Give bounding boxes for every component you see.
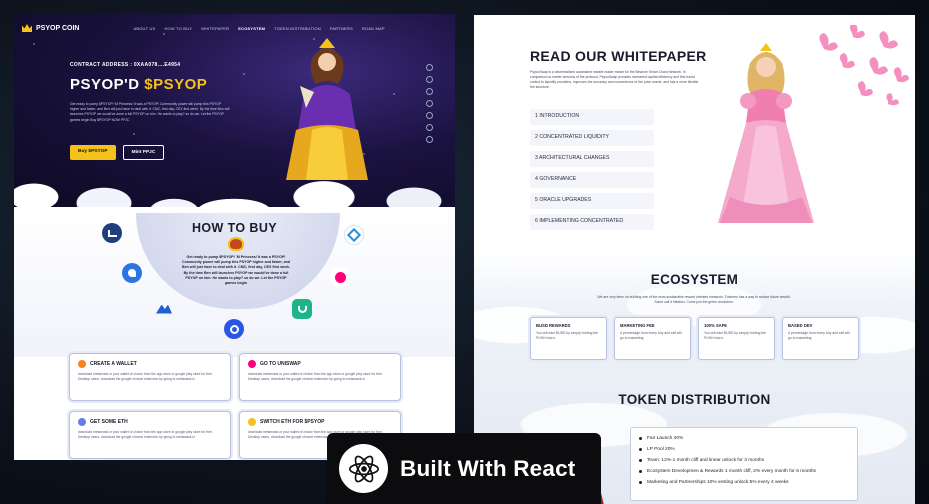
card-title: CREATE A WALLET bbox=[90, 361, 137, 367]
uniswap-icon bbox=[248, 360, 256, 368]
step-card-go-to-uniswap[interactable]: GO TO UNISWAP download metamask or your … bbox=[239, 353, 401, 401]
linkedin-icon[interactable] bbox=[426, 112, 433, 119]
eco-card-text: A percentage from every buy and sell wil… bbox=[788, 331, 850, 340]
exchange-logo-icon-3[interactable] bbox=[122, 263, 142, 283]
instagram-icon[interactable] bbox=[426, 88, 433, 95]
nav-item-how-to-buy[interactable]: HOW TO BUY bbox=[164, 26, 192, 31]
nav-item-about-us[interactable]: ABOUT US bbox=[133, 26, 155, 31]
contract-address: CONTRACT ADDRESS : 0XAA078....E4954 bbox=[70, 62, 181, 68]
card-text: download metamask or your wallet of choi… bbox=[78, 372, 213, 381]
card-title: GET SOME ETH bbox=[90, 419, 128, 425]
whitepaper-item[interactable]: 3 ARCHITECTURAL CHANGES bbox=[530, 151, 654, 167]
hero-title-main: PSYOP'D bbox=[70, 76, 145, 93]
how-to-buy-section: HOW TO BUY Get ready to pump $PSYOP! 'M … bbox=[14, 207, 455, 357]
eco-card-title: BUSD REWARDS bbox=[536, 323, 571, 328]
hero-description: Get ready to pump $PSYOP! 'M Princess! I… bbox=[70, 102, 230, 122]
nav-item-partners[interactable]: PARTNERS bbox=[330, 26, 353, 31]
nav-item-ecosystem[interactable]: ECOSYSTEM bbox=[238, 26, 265, 31]
card-header: CREATE A WALLET bbox=[78, 360, 222, 368]
hero-clouds bbox=[14, 167, 455, 207]
exchange-logo-icon-5[interactable] bbox=[154, 299, 174, 319]
whitepaper-description: PsycoSwap is a decentralized automated m… bbox=[530, 70, 699, 89]
nav-links: ABOUT US HOW TO BUY WHITEPAPER ECOSYSTEM… bbox=[133, 26, 384, 31]
ecosystem-description: We are very keen on building one of the … bbox=[597, 295, 791, 304]
card-header: GO TO UNISWAP bbox=[248, 360, 392, 368]
ecosystem-cards: BUSD REWARDS You will earn BUSD by simpl… bbox=[530, 317, 860, 360]
react-logo-icon bbox=[339, 444, 388, 493]
exchange-logo-icon-6[interactable] bbox=[292, 299, 312, 319]
whitepaper-title: READ OUR WHITEPAPER bbox=[530, 48, 707, 64]
hero-title: PSYOP'D $PSYOP bbox=[70, 76, 207, 93]
ecosystem-title: ECOSYSTEM bbox=[650, 272, 739, 287]
whitepaper-item[interactable]: 5 ORACLE UPGRADES bbox=[530, 193, 654, 209]
eco-card-title: 100% SAFE bbox=[704, 323, 728, 328]
hero-buttons: Buy $PSYOP Mint PPJC bbox=[70, 145, 165, 160]
whitepaper-sections: 1 INTRODUCTION 2 CONCENTRATED LIQUIDITY … bbox=[530, 109, 654, 230]
token-distribution-list: Fair Launch 40% LP Pool 20% Team: 12%-1 … bbox=[630, 427, 858, 501]
eco-card-marketing-fee[interactable]: MARKETING FEE A percentage from every bu… bbox=[614, 317, 691, 360]
card-header: SWITCH ETH FOR $PSYOP bbox=[248, 418, 392, 426]
eco-card-title: BASED DEV bbox=[788, 323, 813, 328]
twitter-icon[interactable] bbox=[426, 76, 433, 83]
how-to-buy-title: HOW TO BUY bbox=[191, 221, 278, 235]
eco-card-busd-rewards[interactable]: BUSD REWARDS You will earn BUSD by simpl… bbox=[530, 317, 607, 360]
site-logo[interactable]: PSYOP COIN bbox=[22, 24, 79, 32]
card-title: GO TO UNISWAP bbox=[260, 361, 301, 367]
ethereum-icon bbox=[78, 418, 86, 426]
swap-icon bbox=[248, 418, 256, 426]
whitepaper-item[interactable]: 1 INTRODUCTION bbox=[530, 109, 654, 125]
card-text: download metamask or your wallet of choi… bbox=[78, 430, 213, 439]
exchange-logo-icon-7[interactable] bbox=[224, 319, 244, 339]
telegram-icon[interactable] bbox=[426, 100, 433, 107]
whitepaper-item[interactable]: 4 GOVERNANCE bbox=[530, 172, 654, 188]
badge-text: Built With React bbox=[400, 455, 576, 481]
card-text: download metamask or your wallet of choi… bbox=[248, 372, 383, 381]
how-to-buy-description: Get ready to pump $PSYOP! 'M Princess! I… bbox=[182, 255, 290, 286]
eco-card-safe[interactable]: 100% SAFE You will earn BUSD by simply h… bbox=[698, 317, 775, 360]
facebook-icon[interactable] bbox=[426, 64, 433, 71]
eco-card-based-dev[interactable]: BASED DEV A percentage from every buy an… bbox=[782, 317, 859, 360]
exchange-logo-icon-1[interactable] bbox=[102, 223, 122, 243]
right-site-preview: READ OUR WHITEPAPER PsycoSwap is a decen… bbox=[474, 15, 915, 504]
card-title: SWITCH ETH FOR $PSYOP bbox=[260, 419, 325, 425]
nav-item-road-map[interactable]: ROAD MAP bbox=[362, 26, 385, 31]
social-links bbox=[426, 64, 433, 143]
top-nav: PSYOP COIN ABOUT US HOW TO BUY WHITEPAPE… bbox=[22, 20, 447, 36]
eco-card-title: MARKETING FEE bbox=[620, 323, 655, 328]
whitepaper-item[interactable]: 2 CONCENTRATED LIQUIDITY bbox=[530, 130, 654, 146]
hero-title-accent: $PSYOP bbox=[144, 76, 208, 93]
eco-card-text: You will earn BUSD by simply holding the… bbox=[536, 331, 599, 340]
eco-card-text: You will earn BUSD by simply holding the… bbox=[704, 331, 767, 340]
distribution-item: LP Pool 20% bbox=[639, 444, 849, 455]
pink-princess-illustration bbox=[718, 43, 814, 223]
card-header: GET SOME ETH bbox=[78, 418, 222, 426]
buy-psyop-button[interactable]: Buy $PSYOP bbox=[70, 145, 116, 160]
butterflies-decoration bbox=[819, 25, 909, 106]
crown-badge-icon bbox=[228, 237, 244, 251]
left-site-preview: PSYOP COIN ABOUT US HOW TO BUY WHITEPAPE… bbox=[14, 14, 455, 460]
mint-ppjc-button[interactable]: Mint PPJC bbox=[122, 145, 165, 160]
nav-item-whitepaper[interactable]: WHITEPAPER bbox=[201, 26, 229, 31]
crown-icon bbox=[22, 24, 32, 32]
nav-item-token-distribution[interactable]: TOKEN DISTRIBUTION bbox=[274, 26, 321, 31]
token-distribution-title: TOKEN DISTRIBUTION bbox=[618, 392, 771, 407]
exchange-logo-icon-2[interactable] bbox=[344, 225, 364, 245]
hero-section: PSYOP COIN ABOUT US HOW TO BUY WHITEPAPE… bbox=[14, 14, 455, 207]
built-with-react-badge: Built With React bbox=[327, 433, 601, 504]
step-card-get-some-eth[interactable]: GET SOME ETH download metamask or your w… bbox=[69, 411, 231, 459]
eco-card-text: A percentage from every buy and sell wil… bbox=[620, 331, 682, 340]
reddit-icon[interactable] bbox=[426, 124, 433, 131]
whitepaper-item[interactable]: 6 IMPLEMENTING CONCENTRATED bbox=[530, 214, 654, 230]
distribution-item: Ecosystem Developmen & Rewards 1 month c… bbox=[639, 466, 849, 477]
distribution-item: Fair Launch 40% bbox=[639, 433, 849, 444]
distribution-item: Marketing and Partnerships 10% vesting u… bbox=[639, 477, 849, 488]
uniswap-logo-icon[interactable] bbox=[330, 267, 350, 287]
discord-icon[interactable] bbox=[426, 136, 433, 143]
metamask-icon bbox=[78, 360, 86, 368]
distribution-item: Team: 12%-1 month cliff and linear unloc… bbox=[639, 455, 849, 466]
step-card-create-wallet[interactable]: CREATE A WALLET download metamask or you… bbox=[69, 353, 231, 401]
logo-text: PSYOP COIN bbox=[36, 24, 80, 32]
